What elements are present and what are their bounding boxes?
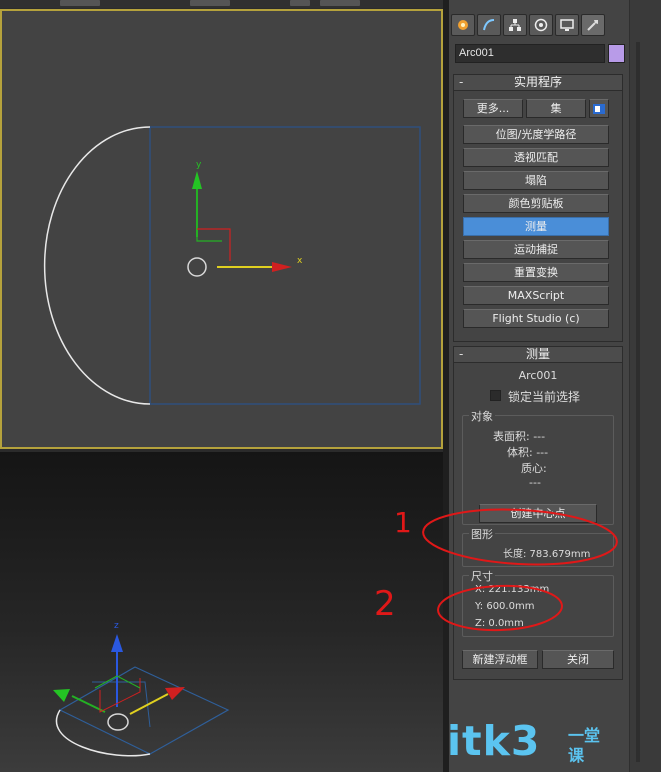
measure-rollout-title: 测量: [525, 347, 550, 361]
utility-button[interactable]: 颜色剪贴板: [463, 194, 609, 213]
create-tab[interactable]: [451, 14, 475, 36]
more-button[interactable]: 更多...: [463, 99, 523, 118]
utility-button[interactable]: 测量: [463, 217, 609, 236]
y-axis-label: y: [196, 160, 202, 170]
arc-shape[interactable]: [43, 126, 151, 405]
xy-plane-handle[interactable]: [197, 228, 231, 261]
object-color-swatch[interactable]: [608, 44, 625, 63]
z-axis-arrow[interactable]: [111, 634, 123, 652]
shapes-group: 图形 长度: 783.679mm: [462, 526, 614, 567]
utility-button[interactable]: 重置变换: [463, 263, 609, 282]
command-panel: Arc001 - 实用程序 更多... 集 位图/光度学路径 透视匹配塌陷颜色剪贴…: [449, 0, 629, 772]
y-axis-arrow[interactable]: [192, 171, 202, 189]
toolbar-segment[interactable]: [190, 0, 230, 6]
length-value: 长度: 783.679mm: [503, 549, 591, 560]
create-center-point-button[interactable]: 创建中心点: [479, 504, 597, 523]
motion-icon: [534, 18, 548, 32]
utility-button[interactable]: Flight Studio (c): [463, 309, 609, 328]
utilities-rollout: - 实用程序 更多... 集 位图/光度学路径 透视匹配塌陷颜色剪贴板测量运动捕捉…: [453, 74, 623, 342]
motion-tab[interactable]: [529, 14, 553, 36]
shapes-group-title: 图形: [469, 526, 495, 542]
measure-object-name: Arc001: [518, 369, 558, 382]
toolbar-segment[interactable]: [320, 0, 360, 6]
toolbar-segment[interactable]: [290, 0, 310, 6]
lock-selection-checkbox[interactable]: [490, 390, 501, 401]
persp-x-axis-arrow[interactable]: [165, 687, 185, 700]
dimensions-group: 尺寸 X: 221.133mm Y: 600.0mm Z: 0.0mm: [462, 568, 614, 637]
x-axis-label: x: [297, 256, 303, 266]
watermark-logo: itk3: [447, 717, 541, 765]
hierarchy-icon: [509, 19, 521, 31]
dimensions-group-title: 尺寸: [469, 568, 495, 584]
perspective-viewport[interactable]: z: [0, 452, 445, 772]
centroid-value: ---: [529, 476, 541, 489]
z-axis-label: z: [114, 621, 119, 631]
collapse-icon: -: [459, 347, 464, 361]
surface-area-value: 表面积: ---: [493, 430, 546, 443]
utilities-rollout-title: 实用程序: [513, 75, 562, 89]
perspective-arc[interactable]: [55, 709, 151, 757]
modify-tab[interactable]: [477, 14, 501, 36]
object-name-field[interactable]: Arc001: [455, 44, 605, 63]
dimension-y-value: Y: 600.0mm: [475, 601, 535, 612]
top-viewport-canvas: x y: [43, 126, 421, 405]
collapse-icon: -: [459, 75, 464, 89]
persp-y-axis-arrow[interactable]: [53, 689, 70, 702]
utilities-tab[interactable]: [581, 14, 605, 36]
dimension-x-value: X: 221.133mm: [475, 584, 550, 595]
utility-button[interactable]: 位图/光度学路径: [463, 125, 609, 144]
utility-button[interactable]: 透视匹配: [463, 148, 609, 167]
toolbar-segment[interactable]: [60, 0, 100, 6]
hierarchy-tab[interactable]: [503, 14, 527, 36]
command-panel-tabs: [451, 14, 605, 36]
perspective-bbox-edge: [92, 681, 151, 728]
measure-rollout-header[interactable]: - 测量: [454, 347, 622, 363]
objects-group: 对象 表面积: --- 体积: --- 质心: --- 创建中心点: [462, 408, 614, 525]
centroid-label: 质心:: [521, 462, 547, 475]
top-viewport[interactable]: x y: [0, 9, 443, 449]
close-button[interactable]: 关闭: [542, 650, 614, 669]
modify-icon: [483, 19, 495, 31]
sets-button[interactable]: 集: [526, 99, 586, 118]
x-axis-arrow[interactable]: [272, 262, 292, 272]
perspective-bbox: [58, 666, 230, 755]
utilities-icon: [587, 20, 598, 31]
xy-plane-handle-2[interactable]: [196, 237, 222, 242]
dimension-z-value: Z: 0.0mm: [475, 618, 524, 629]
objects-group-title: 对象: [469, 408, 495, 424]
command-panel-scrollbar[interactable]: [629, 0, 661, 772]
lock-selection-label: 锁定当前选择: [508, 390, 581, 404]
perspective-viewport-canvas: z: [53, 621, 230, 757]
display-icon: [560, 19, 574, 31]
persp-x-axis-line[interactable]: [129, 693, 169, 715]
new-floater-button[interactable]: 新建浮动框: [462, 650, 538, 669]
watermark-sub2: 课: [568, 746, 585, 765]
utility-button[interactable]: 塌陷: [463, 171, 609, 190]
scrollbar-track[interactable]: [636, 42, 640, 762]
utility-button[interactable]: MAXScript: [463, 286, 609, 305]
configure-sets-button[interactable]: [589, 99, 609, 118]
create-icon: [458, 20, 468, 30]
volume-value: 体积: ---: [507, 446, 549, 459]
display-tab[interactable]: [555, 14, 579, 36]
utilities-rollout-header[interactable]: - 实用程序: [454, 75, 622, 91]
viewport-toolbar-strip: [0, 0, 445, 8]
perspective-pivot: [107, 713, 129, 731]
configure-icon: [593, 104, 605, 114]
utility-button[interactable]: 运动捕捉: [463, 240, 609, 259]
measure-rollout: - 测量 Arc001 锁定当前选择 对象 表面积: --- 体积: --- 质…: [453, 346, 623, 680]
pivot-circle: [187, 257, 207, 277]
